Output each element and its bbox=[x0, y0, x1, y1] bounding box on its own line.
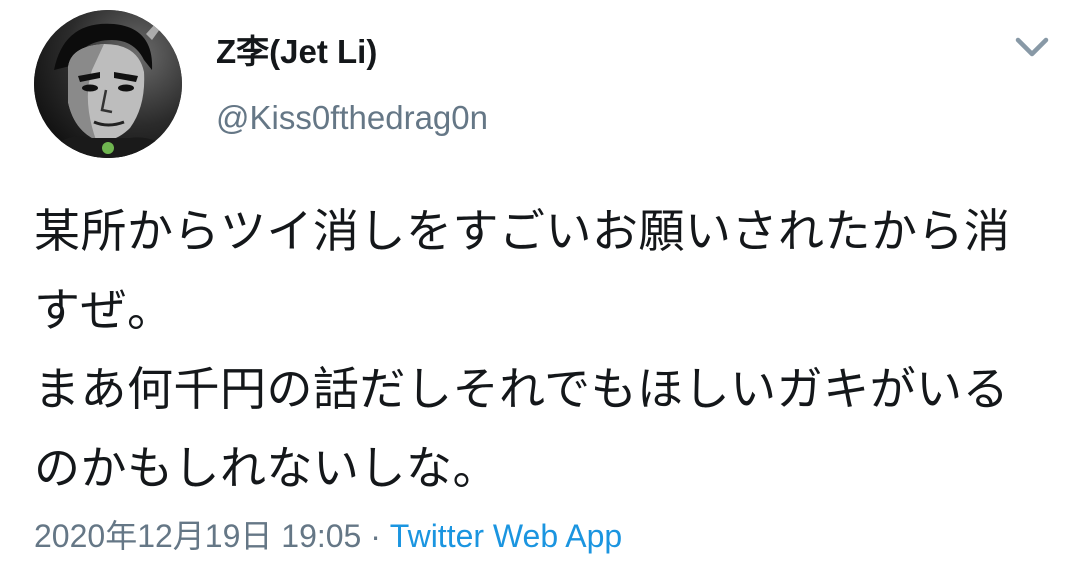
display-name[interactable]: Z李(Jet Li) bbox=[216, 30, 377, 74]
meta-separator: · bbox=[361, 518, 390, 554]
tweet-text: 某所からツイ消しをすごいお願いされたから消すぜ。 まあ何千円の話だしそれでもほし… bbox=[34, 204, 1011, 495]
tweet-card: Z李(Jet Li) @Kiss0fthedrag0n 某所からツイ消しをすごい… bbox=[0, 0, 1080, 584]
tweet-timestamp[interactable]: 2020年12月19日 19:05 bbox=[34, 518, 361, 554]
avatar-illustration bbox=[34, 10, 182, 158]
tweet-source-link[interactable]: Twitter Web App bbox=[390, 518, 622, 554]
chevron-down-icon[interactable] bbox=[1008, 30, 1056, 66]
avatar[interactable] bbox=[34, 10, 182, 158]
tweet-meta: 2020年12月19日 19:05 · Twitter Web App bbox=[34, 514, 622, 558]
user-handle[interactable]: @Kiss0fthedrag0n bbox=[216, 96, 488, 140]
